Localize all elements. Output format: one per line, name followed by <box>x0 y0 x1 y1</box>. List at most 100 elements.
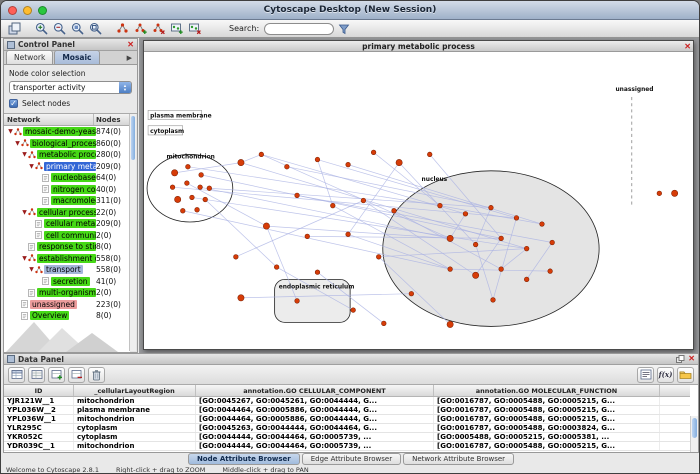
disclosure-triangle-icon[interactable]: ▼ <box>28 266 35 273</box>
network-node[interactable] <box>295 299 300 304</box>
table-row[interactable]: YKR052Ccytoplasm[GO:0044444, GO:0044464,… <box>4 433 690 442</box>
tree-row[interactable]: secretion41(0) <box>4 276 130 288</box>
network-node[interactable] <box>396 159 402 165</box>
close-view-icon[interactable]: ✕ <box>684 41 691 52</box>
tree-row[interactable]: cell communica2(0) <box>4 230 130 242</box>
network-node[interactable] <box>491 297 496 302</box>
scrollbar-thumb[interactable] <box>692 418 697 438</box>
tree-row[interactable]: nitrogen compo40(0) <box>4 184 130 196</box>
network-node[interactable] <box>185 181 190 186</box>
delete-attribute-icon[interactable] <box>68 367 85 383</box>
network-node[interactable] <box>361 198 366 203</box>
network-node[interactable] <box>447 321 453 327</box>
select-nodes-checkbox[interactable]: ✓ <box>9 99 18 108</box>
network-node[interactable] <box>198 185 203 190</box>
network-node[interactable] <box>489 205 494 210</box>
trash-icon[interactable] <box>88 367 105 383</box>
network-node[interactable] <box>524 246 529 251</box>
create-attribute-icon[interactable] <box>48 367 65 383</box>
control-panel-scrollbar[interactable] <box>129 114 136 351</box>
create-network-icon[interactable] <box>132 21 148 37</box>
tab-network[interactable]: Network <box>6 50 53 64</box>
network-icon[interactable] <box>114 21 130 37</box>
network-node[interactable] <box>376 254 381 259</box>
network-node[interactable] <box>295 193 300 198</box>
network-node[interactable] <box>550 240 555 245</box>
network-node[interactable] <box>285 164 290 169</box>
zoom-window-button[interactable] <box>38 6 47 15</box>
tree-row[interactable]: Overview8(0) <box>4 310 130 322</box>
table-row[interactable]: YDR039C__1mitochondrion[GO:0044444, GO:0… <box>4 442 690 451</box>
tab-mosaic[interactable]: Mosaic <box>54 50 99 64</box>
network-node[interactable] <box>346 232 351 237</box>
network-node[interactable] <box>381 321 386 326</box>
network-node[interactable] <box>274 265 279 270</box>
disclosure-triangle-icon[interactable]: ▼ <box>7 128 14 135</box>
tree-row[interactable]: ▼metabolic process280(0) <box>4 149 130 161</box>
select-nodes-row[interactable]: ✓ Select nodes <box>9 99 132 108</box>
network-node[interactable] <box>657 191 662 196</box>
column-header-cellular-component[interactable]: annotation.GO CELLULAR_COMPONENT <box>196 385 434 396</box>
import-attributes-folder-icon[interactable] <box>677 367 694 383</box>
network-node[interactable] <box>447 235 453 241</box>
network-node[interactable] <box>190 195 195 200</box>
zoom-fit-icon[interactable] <box>87 21 103 37</box>
network-node[interactable] <box>207 186 212 191</box>
network-node[interactable] <box>499 267 504 272</box>
layers-icon[interactable] <box>6 21 22 37</box>
zoom-out-icon[interactable] <box>51 21 67 37</box>
table-row[interactable]: YPL036W__1mitochondrion[GO:0044464, GO:0… <box>4 415 690 424</box>
network-node[interactable] <box>448 267 453 272</box>
disclosure-triangle-icon[interactable]: ▼ <box>14 140 21 147</box>
close-window-button[interactable] <box>8 6 17 15</box>
network-node[interactable] <box>671 190 677 196</box>
network-node[interactable] <box>195 207 200 212</box>
tree-row[interactable]: ▼mosaic-demo-yeast874(0) <box>4 126 130 138</box>
network-node[interactable] <box>499 236 504 241</box>
column-header-id[interactable]: ID <box>4 385 74 396</box>
network-node[interactable] <box>203 197 208 202</box>
network-node[interactable] <box>238 159 244 165</box>
network-node[interactable] <box>180 208 185 213</box>
search-filter-icon[interactable] <box>336 21 352 37</box>
tree-row[interactable]: ▼transport558(0) <box>4 264 130 276</box>
chevron-up-down-icon[interactable]: ▲▼ <box>119 82 131 93</box>
network-node[interactable] <box>463 211 468 216</box>
network-node[interactable] <box>540 222 545 227</box>
network-node[interactable] <box>473 242 478 247</box>
select-attributes-icon[interactable] <box>8 367 25 383</box>
node-color-select[interactable]: transporter activity ▲▼ <box>9 81 132 94</box>
network-node[interactable] <box>170 185 175 190</box>
column-header-region[interactable]: _cellularLayoutRegion <box>74 385 196 396</box>
close-data-panel-icon[interactable]: ✕ <box>688 354 695 364</box>
minimize-window-button[interactable] <box>23 6 32 15</box>
zoom-selected-icon[interactable] <box>69 21 85 37</box>
tree-row[interactable]: ▼primary metabo209(0) <box>4 161 130 173</box>
scrollbar-thumb[interactable] <box>131 116 135 160</box>
tree-row[interactable]: macromolecule311(0) <box>4 195 130 207</box>
tree-row[interactable]: ▼cellular process22(0) <box>4 207 130 219</box>
network-node[interactable] <box>175 196 181 202</box>
table-scrollbar[interactable] <box>690 416 698 452</box>
unselect-attributes-icon[interactable] <box>28 367 45 383</box>
network-node[interactable] <box>514 216 519 221</box>
disclosure-triangle-icon[interactable]: ▼ <box>21 151 28 158</box>
network-node[interactable] <box>351 308 356 313</box>
tree-row[interactable]: response to stimul8(0) <box>4 241 130 253</box>
table-row[interactable]: YPL036W__2plasma membrane[GO:0044464, GO… <box>4 406 690 415</box>
disclosure-triangle-icon[interactable]: ▼ <box>21 255 28 262</box>
tree-row[interactable]: cellular metabo209(0) <box>4 218 130 230</box>
more-tabs-icon[interactable]: ▶ <box>124 52 135 64</box>
network-node[interactable] <box>438 203 443 208</box>
network-node[interactable] <box>263 223 269 229</box>
network-node[interactable] <box>259 152 264 157</box>
tree-row[interactable]: multi-organism pro2(0) <box>4 287 130 299</box>
destroy-view-icon[interactable] <box>186 21 202 37</box>
network-node[interactable] <box>409 291 414 296</box>
tab-network-attribute-browser[interactable]: Network Attribute Browser <box>403 453 514 465</box>
tree-row[interactable]: nucleobase64(0) <box>4 172 130 184</box>
destroy-network-icon[interactable] <box>150 21 166 37</box>
tree-row[interactable]: unassigned223(0) <box>4 299 130 311</box>
disclosure-triangle-icon[interactable]: ▼ <box>21 209 28 216</box>
network-node[interactable] <box>186 164 191 169</box>
